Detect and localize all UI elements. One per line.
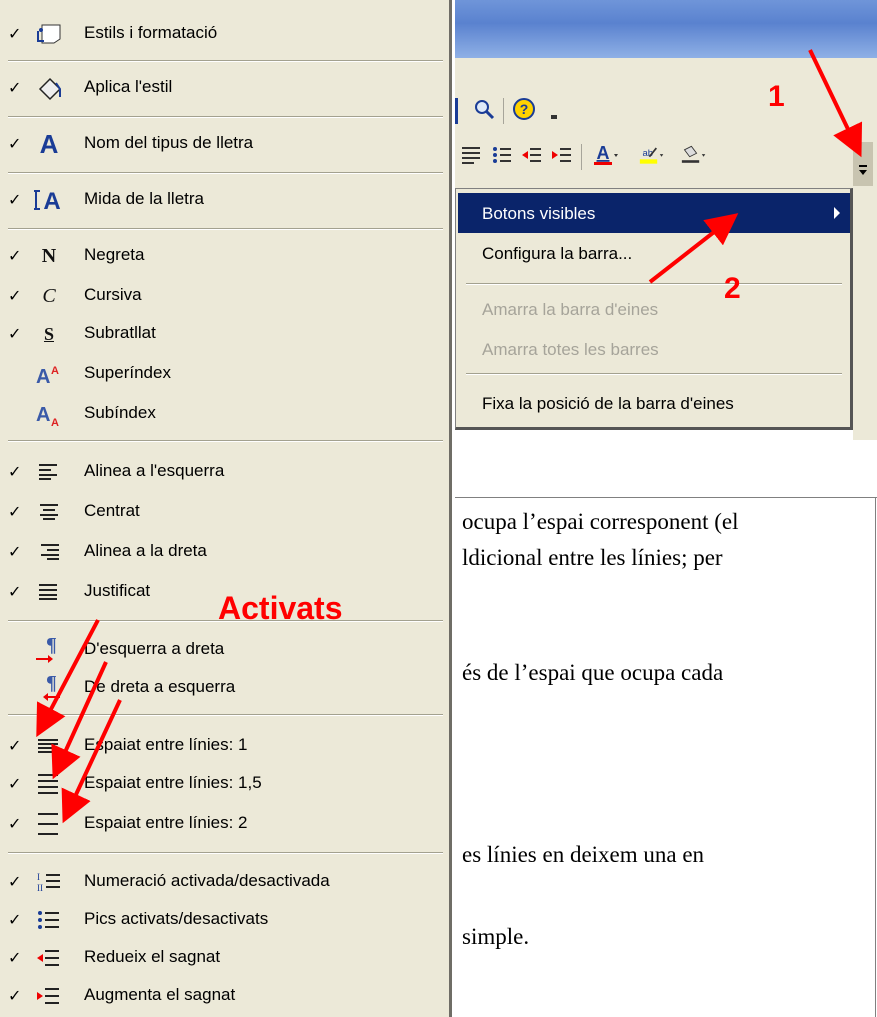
annotation-arrow-activats-c bbox=[61, 699, 122, 824]
annotation-arrow-activats-a bbox=[36, 619, 100, 738]
annotation-arrow-1 bbox=[808, 49, 863, 158]
annotation-arrows bbox=[36, 49, 863, 824]
annotation-arrow-2 bbox=[648, 213, 739, 284]
annotation-arrow-activats-b bbox=[51, 661, 108, 780]
